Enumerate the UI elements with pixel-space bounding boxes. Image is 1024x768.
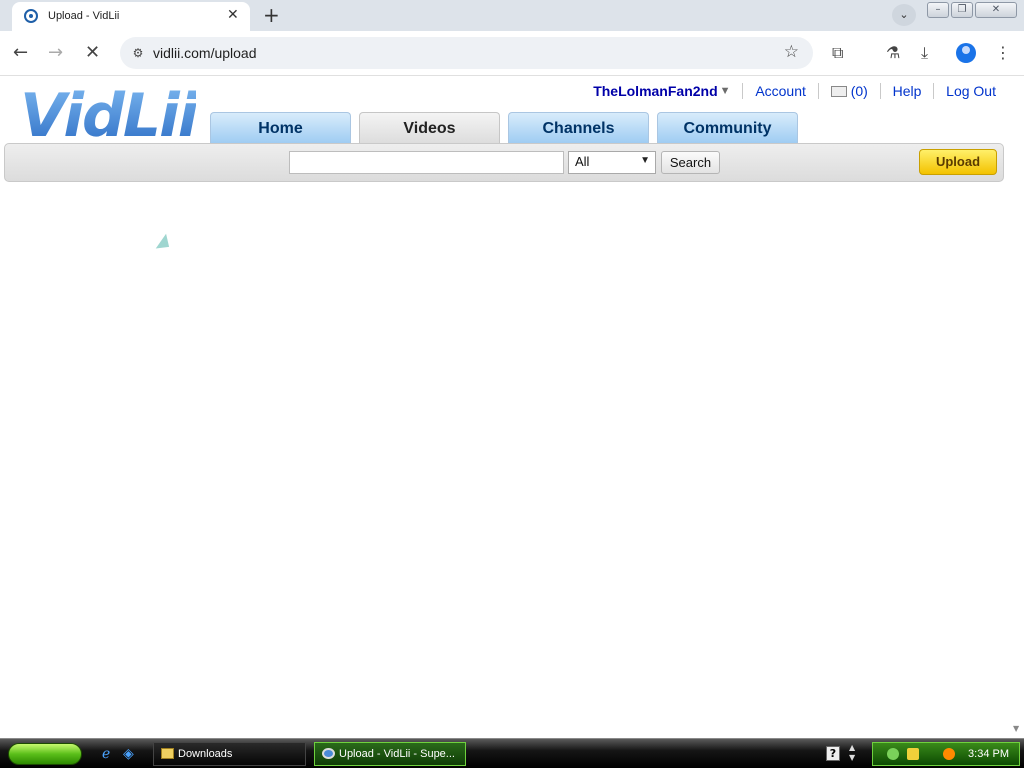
loading-cursor-icon — [155, 233, 175, 255]
browser-tab-strip: Upload - VidLii ✕ + ⌄ – ❐ ✕ — [0, 0, 1024, 31]
close-window-button[interactable]: ✕ — [975, 2, 1017, 18]
tray-expand-icon[interactable]: ▲ ▼ — [849, 743, 855, 763]
vidlii-logo[interactable]: VidLii — [20, 81, 198, 151]
extensions-icon[interactable]: ⧉ — [832, 43, 843, 63]
chevron-down-icon: ▼ — [640, 155, 650, 166]
task-label: Upload - VidLii - Supe... — [339, 748, 455, 760]
inbox-icon[interactable] — [830, 85, 847, 97]
search-input[interactable] — [289, 151, 564, 174]
search-scope-select[interactable]: All ▼ — [568, 151, 656, 174]
labs-icon[interactable]: ⚗ — [886, 43, 900, 62]
os-taskbar: ℯ ◈ Downloads Upload - VidLii - Supe... … — [0, 738, 1024, 768]
inbox-count[interactable]: (0) — [851, 83, 868, 99]
taskbar-clock[interactable]: 3:34 PM — [968, 748, 1009, 760]
url-text[interactable]: vidlii.com/upload — [153, 45, 257, 61]
bookmark-star-icon[interactable]: ☆ — [784, 42, 799, 62]
start-button[interactable] — [8, 743, 82, 765]
divider — [933, 83, 935, 100]
upload-button[interactable]: Upload — [919, 149, 997, 175]
username-link[interactable]: TheLolmanFan2nd — [593, 83, 717, 99]
help-icon[interactable]: ? — [826, 746, 840, 761]
security-shield-icon[interactable] — [907, 748, 919, 760]
task-label: Downloads — [178, 748, 233, 760]
user-bar: TheLolmanFan2nd ▼ Account (0) Help Log Ou… — [593, 82, 996, 100]
task-browser[interactable]: Upload - VidLii - Supe... — [314, 742, 466, 766]
scroll-down-icon[interactable]: ▼ — [1013, 724, 1019, 733]
tab-search-button[interactable]: ⌄ — [892, 4, 916, 26]
forward-icon[interactable]: → — [48, 42, 63, 63]
divider — [817, 83, 819, 100]
tab-home[interactable]: Home — [210, 112, 351, 144]
quick-launch-icon[interactable]: ◈ — [123, 746, 134, 762]
new-tab-button[interactable]: + — [263, 3, 280, 27]
profile-avatar[interactable] — [956, 43, 976, 63]
minimize-button[interactable]: – — [927, 2, 949, 18]
tab-channels[interactable]: Channels — [508, 112, 649, 144]
site-info-icon[interactable]: ⚙ — [128, 43, 148, 63]
browser-toolbar: ← → ✕ ⚙ vidlii.com/upload ☆ ⧉ ⚗ ⤓ ⋮ — [0, 31, 1024, 76]
back-icon[interactable]: ← — [13, 42, 28, 63]
close-tab-icon[interactable]: ✕ — [227, 7, 239, 23]
window-controls: – ❐ ✕ — [927, 2, 1019, 18]
chevron-down-icon[interactable]: ▼ — [720, 85, 731, 97]
page-scrollbar[interactable] — [1012, 77, 1024, 737]
task-downloads[interactable]: Downloads — [153, 742, 306, 766]
address-bar[interactable]: ⚙ vidlii.com/upload ☆ — [120, 37, 813, 69]
tab-community[interactable]: Community — [657, 112, 798, 144]
network-icon[interactable] — [887, 748, 899, 760]
account-link[interactable]: Account — [755, 83, 806, 99]
favicon-icon — [24, 9, 38, 23]
search-scope-value: All — [575, 154, 590, 169]
tab-title: Upload - VidLii — [48, 10, 120, 22]
folder-icon — [161, 748, 174, 759]
restore-button[interactable]: ❐ — [951, 2, 973, 18]
divider — [879, 83, 881, 100]
help-link[interactable]: Help — [893, 83, 922, 99]
stop-loading-icon[interactable]: ✕ — [85, 42, 100, 63]
logout-link[interactable]: Log Out — [946, 83, 996, 99]
browser-tab[interactable]: Upload - VidLii ✕ — [12, 2, 250, 31]
menu-icon[interactable]: ⋮ — [995, 43, 1011, 62]
divider — [742, 83, 744, 100]
page-content: VidLii TheLolmanFan2nd ▼ Account (0) Help… — [0, 77, 1012, 737]
search-button[interactable]: Search — [661, 151, 720, 174]
search-tray-icon[interactable] — [943, 748, 955, 760]
browser-icon — [322, 748, 335, 759]
system-tray: 3:34 PM — [872, 742, 1020, 766]
download-icon[interactable]: ⤓ — [921, 43, 928, 63]
tab-videos[interactable]: Videos — [359, 112, 500, 144]
internet-explorer-icon[interactable]: ℯ — [102, 746, 110, 762]
search-bar: All ▼ Search Upload — [4, 143, 1004, 182]
